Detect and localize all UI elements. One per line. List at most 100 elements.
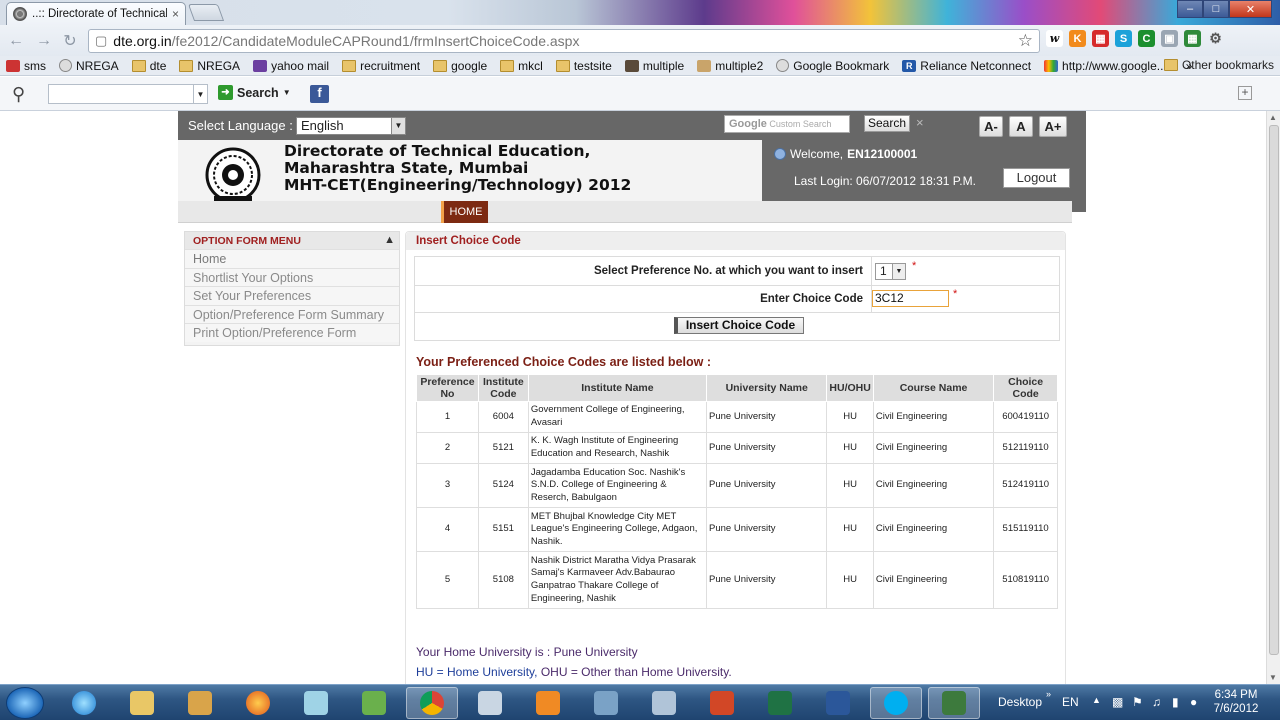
facebook-icon[interactable]: f	[310, 85, 329, 103]
minimize-button[interactable]: –	[1177, 0, 1203, 18]
excel-icon	[768, 691, 792, 715]
chevron-down-icon[interactable]: ▼	[193, 85, 207, 103]
cell-institute-code: 6004	[477, 401, 529, 433]
top-nav: HOME	[178, 201, 1072, 223]
tray-app-icon[interactable]: ●	[1190, 695, 1197, 709]
desktop-toolbar-label[interactable]: Desktop	[998, 695, 1042, 709]
truck-extension-icon[interactable]: ▦	[1092, 30, 1109, 47]
logout-button[interactable]: Logout	[1003, 168, 1070, 188]
close-window-button[interactable]: ✕	[1229, 0, 1272, 18]
bookmark-item[interactable]: testsite	[555, 59, 612, 73]
magnifier-icon[interactable]: ⚲	[12, 84, 25, 105]
ie-taskbar-button[interactable]	[58, 687, 110, 719]
bookmark-item[interactable]: R Reliance Netconnect	[902, 59, 1031, 73]
choice-code-row: Enter Choice Code 3C12 *	[415, 286, 1059, 313]
clock-date: 7/6/2012	[1213, 703, 1259, 715]
bookmark-item[interactable]: sms	[6, 59, 46, 73]
network-icon[interactable]: ▩	[1112, 695, 1123, 709]
new-tab-button[interactable]	[187, 4, 225, 21]
header-top-bar: Select Language : English ▼ Google Custom…	[178, 111, 1086, 140]
app-taskbar-button[interactable]	[638, 687, 690, 719]
skype-extension-icon[interactable]: S	[1115, 30, 1132, 47]
preference-select[interactable]: 1 ▼	[875, 263, 906, 280]
language-indicator[interactable]: EN	[1062, 695, 1079, 709]
hu-legend: HU = Home University, OHU = Other than H…	[416, 665, 732, 679]
screen-extension-icon[interactable]: ▣	[1161, 30, 1178, 47]
firefox-taskbar-button[interactable]	[232, 687, 284, 719]
system-clock[interactable]: 6:34 PM 7/6/2012	[1206, 688, 1266, 716]
nav-home-tab[interactable]: HOME	[441, 201, 488, 223]
collapse-icon[interactable]: ▲	[384, 234, 395, 246]
wrench-menu-icon[interactable]: ⚙	[1207, 30, 1224, 47]
custom-search-button[interactable]: Search	[864, 115, 910, 132]
tab-close-icon[interactable]: ×	[172, 7, 179, 21]
bookmark-star-icon[interactable]: ☆	[1018, 31, 1033, 51]
wikipedia-extension-icon[interactable]: w	[1046, 30, 1063, 47]
flag-icon[interactable]: ⚑	[1132, 695, 1143, 709]
sidebar-item-set-preferences[interactable]: Set Your Preferences	[185, 286, 399, 305]
app-taskbar-button[interactable]	[928, 687, 980, 719]
green-extension-icon[interactable]: C	[1138, 30, 1155, 47]
volume-icon[interactable]: ♫	[1152, 695, 1161, 709]
snipping-taskbar-button[interactable]	[464, 687, 516, 719]
other-bookmarks[interactable]: Other bookmarks	[1163, 58, 1274, 72]
language-select[interactable]: English ▼	[296, 117, 406, 135]
bookmark-item[interactable]: multiple	[624, 59, 684, 73]
battery-icon[interactable]: ▮	[1172, 695, 1179, 709]
word-taskbar-button[interactable]	[812, 687, 864, 719]
chrome-taskbar-button[interactable]	[406, 687, 458, 719]
chevron-down-icon[interactable]: ▼	[892, 264, 905, 279]
address-bar[interactable]: ▢ dte.org.in/fe2012/CandidateModuleCAPRo…	[88, 29, 1040, 53]
bookmark-item[interactable]: yahoo mail	[253, 59, 329, 73]
sidebar-item-summary[interactable]: Option/Preference Form Summary	[185, 304, 399, 324]
back-icon[interactable]: ←	[4, 29, 28, 53]
folder-icon	[130, 691, 154, 715]
font-increase-button[interactable]: A+	[1039, 116, 1067, 137]
app-taskbar-button[interactable]	[580, 687, 632, 719]
custom-search-input[interactable]: Google Custom Search	[724, 115, 850, 133]
choice-code-input[interactable]: 3C12	[872, 290, 949, 307]
clear-search-icon[interactable]: ×	[916, 115, 924, 130]
start-button[interactable]	[6, 687, 44, 719]
sidebar-item-print[interactable]: Print Option/Preference Form	[185, 323, 399, 342]
add-button[interactable]: +	[1238, 86, 1252, 100]
bookmark-item[interactable]: NREGA	[179, 59, 240, 73]
k-extension-icon[interactable]: K	[1069, 30, 1086, 47]
toolbar-search-button[interactable]: ➜ Search ▼	[218, 85, 291, 100]
toolbar-chevron-icon[interactable]: »	[1046, 689, 1051, 699]
app-taskbar-button[interactable]	[174, 687, 226, 719]
app-taskbar-button[interactable]	[348, 687, 400, 719]
scroll-up-icon[interactable]: ▲	[1269, 113, 1277, 122]
maximize-button[interactable]: □	[1203, 0, 1229, 18]
bookmark-item[interactable]: NREGA	[59, 59, 119, 73]
app-taskbar-button[interactable]	[290, 687, 342, 719]
bookmark-item[interactable]: google	[433, 59, 487, 73]
tray-expand-icon[interactable]: ▲	[1092, 695, 1101, 705]
col-header-institute-name: Institute Name	[527, 374, 708, 402]
skype-taskbar-button[interactable]	[870, 687, 922, 719]
chevron-down-icon[interactable]: ▼	[391, 118, 405, 134]
media-taskbar-button[interactable]	[522, 687, 574, 719]
bookmark-item[interactable]: http://www.google...	[1044, 59, 1167, 73]
toolbar-search-input[interactable]: ▼	[48, 84, 208, 104]
explorer-taskbar-button[interactable]	[116, 687, 168, 719]
bookmark-item[interactable]: multiple2	[697, 59, 763, 73]
bookmark-item[interactable]: Google Bookmark	[776, 59, 889, 73]
grid-extension-icon[interactable]: ▦	[1184, 30, 1201, 47]
bookmark-item[interactable]: dte	[131, 59, 166, 73]
powerpoint-taskbar-button[interactable]	[696, 687, 748, 719]
sidebar-item-home[interactable]: Home	[185, 249, 399, 268]
scrollbar-thumb[interactable]	[1269, 125, 1279, 655]
bookmark-item[interactable]: recruitment	[342, 59, 420, 73]
page-scrollbar[interactable]: ▲ ▼	[1266, 111, 1280, 684]
excel-taskbar-button[interactable]	[754, 687, 806, 719]
forward-icon[interactable]: →	[32, 29, 56, 53]
browser-tab[interactable]: ..:: Directorate of Technical ×	[6, 2, 186, 25]
sidebar-item-shortlist[interactable]: Shortlist Your Options	[185, 267, 399, 287]
bookmark-item[interactable]: mkcl	[500, 59, 543, 73]
font-normal-button[interactable]: A	[1009, 116, 1033, 137]
font-decrease-button[interactable]: A-	[979, 116, 1003, 137]
scroll-down-icon[interactable]: ▼	[1269, 673, 1277, 682]
reload-icon[interactable]: ↻	[58, 29, 82, 53]
insert-choice-code-button[interactable]: Insert Choice Code	[674, 317, 804, 334]
